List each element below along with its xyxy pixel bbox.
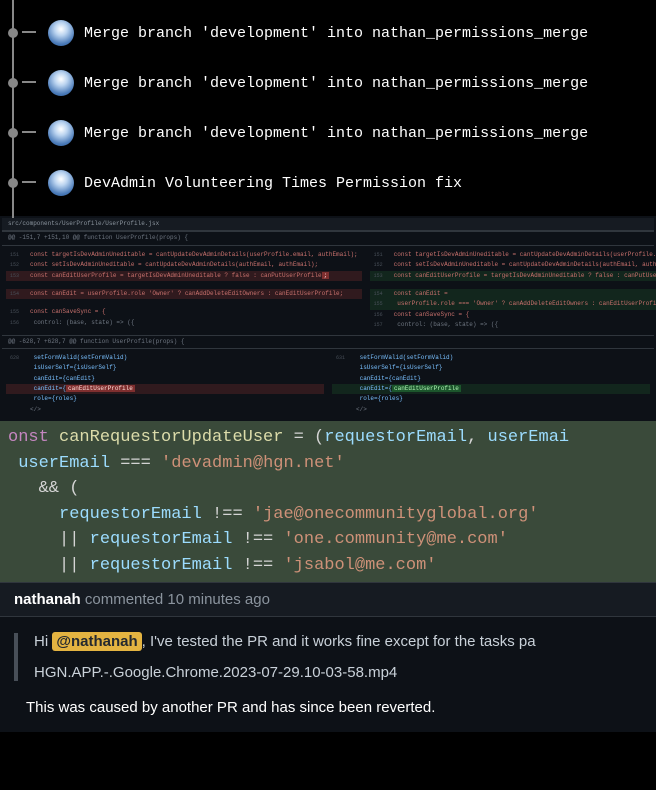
diff-left-column: 151const targetIsDevAdminUneditable = ca… xyxy=(2,246,366,335)
comment-timestamp: commented 10 minutes ago xyxy=(81,591,270,608)
commit-message: DevAdmin Volunteering Times Permission f… xyxy=(84,175,462,192)
graph-area xyxy=(8,168,48,198)
comment-author[interactable]: nathanah xyxy=(14,591,81,608)
commit-message: Merge branch 'development' into nathan_p… xyxy=(84,75,588,92)
diff-hunk-header: @@ -151,7 +151,10 @@ function UserProfil… xyxy=(2,231,654,245)
diff-left-column: 628 setFormValid(setFormValid) isUserSel… xyxy=(2,349,328,419)
diff-right-column: 631 setFormValid(setFormValid) isUserSel… xyxy=(328,349,654,419)
code-zoom: onst canRequestorUpdateUser = (requestor… xyxy=(0,421,656,582)
avatar xyxy=(48,70,74,96)
commit-message: Merge branch 'development' into nathan_p… xyxy=(84,25,588,42)
diff-right-column: 151const targetIsDevAdminUneditable = ca… xyxy=(366,246,656,335)
diff-view[interactable]: src/components/UserProfile/UserProfile.j… xyxy=(0,216,656,421)
commit-message: Merge branch 'development' into nathan_p… xyxy=(84,125,588,142)
diff-hunk-header: @@ -628,7 +628,7 @@ function UserProfile… xyxy=(2,335,654,349)
commit-row[interactable]: Merge branch 'development' into nathan_p… xyxy=(0,8,656,58)
avatar xyxy=(48,20,74,46)
commit-row[interactable]: Merge branch 'development' into nathan_p… xyxy=(0,58,656,108)
commit-row[interactable]: DevAdmin Volunteering Times Permission f… xyxy=(0,158,656,208)
avatar xyxy=(48,120,74,146)
comment-section: nathanah commented 10 minutes ago Hi @na… xyxy=(0,582,656,732)
comment-header[interactable]: nathanah commented 10 minutes ago xyxy=(0,583,656,617)
graph-area xyxy=(8,18,48,48)
comment-reply-text: This was caused by another PR and has si… xyxy=(26,699,642,716)
commit-row[interactable]: Merge branch 'development' into nathan_p… xyxy=(0,108,656,158)
graph-area xyxy=(8,68,48,98)
quote-block: Hi @nathanah, I've tested the PR and it … xyxy=(14,633,642,681)
diff-file-header: src/components/UserProfile/UserProfile.j… xyxy=(2,218,654,231)
comment-body: Hi @nathanah, I've tested the PR and it … xyxy=(0,617,656,732)
graph-area xyxy=(8,118,48,148)
attachment-name[interactable]: HGN.APP.-.Google.Chrome.2023-07-29.10-03… xyxy=(34,664,642,681)
commit-graph: Merge branch 'development' into nathan_p… xyxy=(0,0,656,216)
user-mention[interactable]: @nathanah xyxy=(52,632,141,651)
avatar xyxy=(48,170,74,196)
